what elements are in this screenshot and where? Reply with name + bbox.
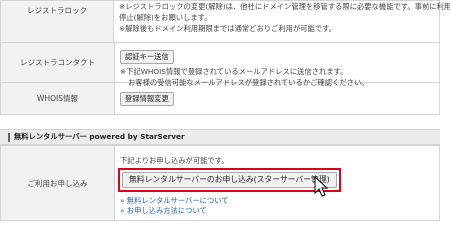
section-title: 無料レンタルサーバー powered by StarServer	[14, 132, 185, 141]
application-content: 下記よりお申し込みが可能です。 無料レンタルサーバーのお申し込み(スターサーバー…	[115, 146, 439, 220]
registrar-contact-label: レジストラコンタクト	[1, 43, 115, 82]
application-intro: 下記よりお申し込みが可能です。	[120, 156, 229, 165]
change-registration-button[interactable]: 登録情報変更	[120, 91, 174, 106]
apply-free-server-button[interactable]: 無料レンタルサーバーのお申し込み(スターサーバー管理)	[122, 172, 337, 188]
send-auth-key-button[interactable]: 認証キー送信	[120, 50, 174, 64]
whois-content: 登録情報変更	[115, 83, 439, 114]
registrar-lock-row: レジストラロック ※レジストラロックの変更(解除)は、他社にドメイン管理を移管す…	[1, 0, 450, 42]
registrar-lock-desc2: 停止(解除)をお願いします。	[119, 13, 212, 22]
application-links: » 無料レンタルサーバーについて » お申し込み方法について	[120, 196, 434, 216]
application-row: ご利用お申し込み 下記よりお申し込みが可能です。 無料レンタルサーバーのお申し込…	[1, 145, 439, 220]
registrar-contact-row: レジストラコンタクト 認証キー送信 ※下記WHOIS情報で登録されているメールア…	[1, 42, 439, 87]
highlight-frame: 無料レンタルサーバーのお申し込み(スターサーバー管理)	[118, 168, 341, 192]
registrar-lock-desc1: ※レジストラロックの変更(解除)は、他社にドメイン管理を移管する際に必要な機能で…	[119, 2, 450, 11]
registrar-lock-desc3: ※解除後もドメイン利用期限までは通常どおりご利用が可能です。	[119, 24, 336, 33]
free-server-section-header: 無料レンタルサーバー powered by StarServer	[0, 129, 440, 145]
free-server-table: ご利用お申し込み 下記よりお申し込みが可能です。 無料レンタルサーバーのお申し込…	[0, 145, 440, 221]
how-to-apply-link[interactable]: » お申し込み方法について	[120, 206, 434, 216]
registrar-lock-label: レジストラロック	[1, 1, 114, 42]
mouse-pointer-icon	[314, 176, 329, 197]
whois-row: WHOIS情報 登録情報変更	[1, 82, 439, 114]
whois-label: WHOIS情報	[1, 83, 115, 114]
domain-settings-table: レジストラロック ※レジストラロックの変更(解除)は、他社にドメイン管理を移管す…	[0, 0, 450, 115]
registrar-contact-content: 認証キー送信 ※下記WHOIS情報で登録されているメールアドレスに送信されます。…	[115, 43, 439, 87]
section-bar-icon	[8, 132, 10, 142]
application-label: ご利用お申し込み	[1, 146, 115, 220]
registrar-lock-content: ※レジストラロックの変更(解除)は、他社にドメイン管理を移管する際に必要な機能で…	[114, 1, 450, 42]
about-free-server-link[interactable]: » 無料レンタルサーバーについて	[120, 196, 434, 206]
registrar-contact-desc1: ※下記WHOIS情報で登録されているメールアドレスに送信されます。	[120, 67, 348, 76]
